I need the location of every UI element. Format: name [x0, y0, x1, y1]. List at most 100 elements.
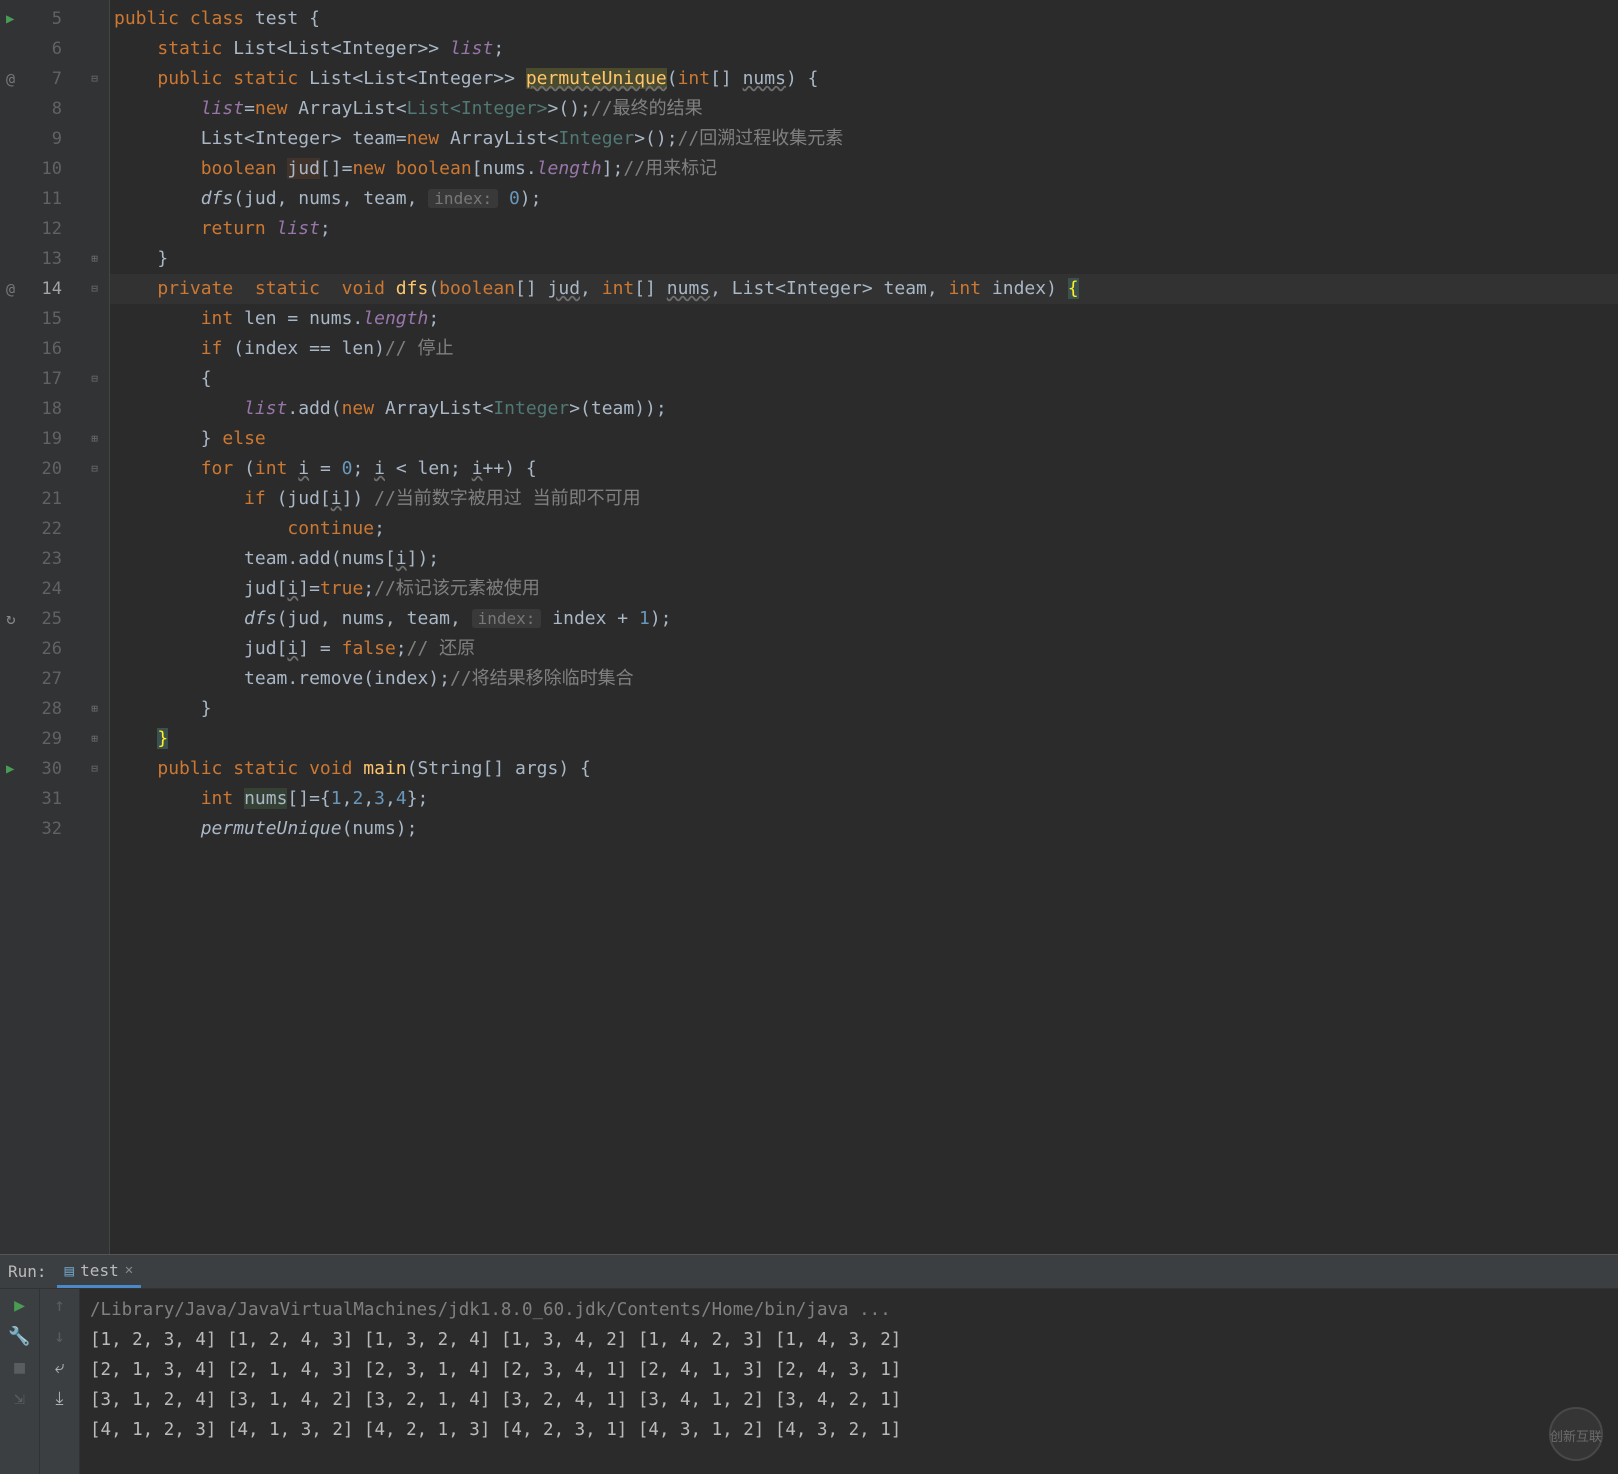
line-number[interactable]: 15	[0, 304, 80, 334]
fold-close-icon[interactable]: ⊞	[91, 724, 98, 754]
code-line[interactable]: boolean jud[]=new boolean[nums.length];/…	[110, 154, 1618, 184]
code-line[interactable]: private static void dfs(boolean[] jud, i…	[110, 274, 1618, 304]
line-number[interactable]: 32	[0, 814, 80, 844]
token: []=	[320, 158, 353, 179]
code-line[interactable]: continue;	[110, 514, 1618, 544]
code-line[interactable]: jud[i]=true;//标记该元素被使用	[110, 574, 1618, 604]
fold-gutter-cell	[80, 664, 109, 694]
token: true	[320, 578, 363, 599]
token: private	[157, 278, 255, 299]
line-number[interactable]: 18	[0, 394, 80, 424]
line-number[interactable]: 31	[0, 784, 80, 814]
fold-gutter-cell	[80, 34, 109, 64]
line-number[interactable]: ▶5	[0, 4, 80, 34]
line-number[interactable]: 20	[0, 454, 80, 484]
line-number[interactable]: 24	[0, 574, 80, 604]
code-line[interactable]: for (int i = 0; i < len; i++) {	[110, 454, 1618, 484]
token: dfs	[244, 608, 277, 629]
token: []={	[287, 788, 330, 809]
rerun-icon[interactable]: ▶	[14, 1295, 25, 1316]
fold-open-icon[interactable]: ⊟	[91, 364, 98, 394]
override-gutter-icon[interactable]: @	[6, 64, 15, 94]
line-number[interactable]: 16	[0, 334, 80, 364]
line-number[interactable]: 13	[0, 244, 80, 274]
token: }	[201, 428, 223, 449]
line-number[interactable]: @14	[0, 274, 80, 304]
line-number[interactable]: ▶30	[0, 754, 80, 784]
code-line[interactable]: static List<List<Integer>> list;	[110, 34, 1618, 64]
stop-icon[interactable]: ■	[14, 1357, 25, 1378]
code-line[interactable]: if (jud[i]) //当前数字被用过 当前即不可用	[110, 484, 1618, 514]
run-tab[interactable]: ▤ test ✕	[57, 1255, 142, 1288]
code-line[interactable]: {	[110, 364, 1618, 394]
close-icon[interactable]: ✕	[125, 1262, 133, 1278]
console-output[interactable]: /Library/Java/JavaVirtualMachines/jdk1.8…	[80, 1289, 1618, 1474]
token: void	[309, 758, 363, 779]
code-line[interactable]: permuteUnique(nums);	[110, 814, 1618, 844]
code-line[interactable]: jud[i] = false;// 还原	[110, 634, 1618, 664]
line-number[interactable]: @7	[0, 64, 80, 94]
code-line[interactable]: }	[110, 694, 1618, 724]
line-number[interactable]: 6	[0, 34, 80, 64]
fold-close-icon[interactable]: ⊞	[91, 424, 98, 454]
line-number[interactable]: 21	[0, 484, 80, 514]
soft-wrap-icon[interactable]: ⤶	[54, 1357, 64, 1378]
line-number[interactable]: 26	[0, 634, 80, 664]
scroll-to-end-icon[interactable]: ⤓	[56, 1388, 64, 1409]
fold-open-icon[interactable]: ⊟	[91, 454, 98, 484]
line-number[interactable]: 10	[0, 154, 80, 184]
code-line[interactable]: dfs(jud, nums, team, index: 0);	[110, 184, 1618, 214]
fold-close-icon[interactable]: ⊞	[91, 694, 98, 724]
down-icon[interactable]: ↓	[54, 1326, 65, 1347]
line-number[interactable]: 29	[0, 724, 80, 754]
fold-close-icon[interactable]: ⊞	[91, 244, 98, 274]
run-panel: Run: ▤ test ✕ ▶ 🔧 ■ ⇲ ↑ ↓ ⤶ ⤓ /Library/J…	[0, 1254, 1618, 1474]
code-line[interactable]: }	[110, 724, 1618, 754]
wrench-icon[interactable]: 🔧	[8, 1326, 30, 1347]
code-line[interactable]: int nums[]={1,2,3,4};	[110, 784, 1618, 814]
line-number[interactable]: 27	[0, 664, 80, 694]
line-number[interactable]: 28	[0, 694, 80, 724]
code-area[interactable]: public class test { static List<List<Int…	[110, 0, 1618, 1254]
line-number[interactable]: 8	[0, 94, 80, 124]
code-line[interactable]: List<Integer> team=new ArrayList<Integer…	[110, 124, 1618, 154]
token: {	[309, 8, 320, 29]
fold-open-icon[interactable]: ⊟	[91, 274, 98, 304]
console-line: [4, 1, 2, 3] [4, 1, 3, 2] [4, 2, 1, 3] […	[90, 1415, 1608, 1445]
code-line[interactable]: list.add(new ArrayList<Integer>(team));	[110, 394, 1618, 424]
code-line[interactable]: public class test {	[110, 4, 1618, 34]
fold-open-icon[interactable]: ⊟	[91, 754, 98, 784]
code-line[interactable]: return list;	[110, 214, 1618, 244]
line-number[interactable]: 17	[0, 364, 80, 394]
token: //用来标记	[623, 158, 717, 179]
line-number[interactable]: 23	[0, 544, 80, 574]
code-line[interactable]: list=new ArrayList<List<Integer>>();//最终…	[110, 94, 1618, 124]
code-line[interactable]: team.add(nums[i]);	[110, 544, 1618, 574]
fold-open-icon[interactable]: ⊟	[91, 64, 98, 94]
line-number[interactable]: 22	[0, 514, 80, 544]
token: []	[515, 278, 548, 299]
code-line[interactable]: team.remove(index);//将结果移除临时集合	[110, 664, 1618, 694]
code-line[interactable]: } else	[110, 424, 1618, 454]
line-number[interactable]: 19	[0, 424, 80, 454]
recursive-call-icon[interactable]: ↻	[6, 604, 16, 634]
line-number[interactable]: 9	[0, 124, 80, 154]
editor-area: ▶56@78910111213@1415161718192021222324↻2…	[0, 0, 1618, 1254]
run-gutter-icon[interactable]: ▶	[6, 754, 14, 784]
token: ];	[602, 158, 624, 179]
code-line[interactable]: public static List<List<Integer>> permut…	[110, 64, 1618, 94]
layout-icon[interactable]: ⇲	[14, 1388, 25, 1409]
token: (	[428, 278, 439, 299]
run-gutter-icon[interactable]: ▶	[6, 4, 14, 34]
code-line[interactable]: if (index == len)// 停止	[110, 334, 1618, 364]
code-line[interactable]: public static void main(String[] args) {	[110, 754, 1618, 784]
line-number[interactable]: 12	[0, 214, 80, 244]
line-number[interactable]: 11	[0, 184, 80, 214]
code-line[interactable]: int len = nums.length;	[110, 304, 1618, 334]
line-number[interactable]: ↻25	[0, 604, 80, 634]
code-line[interactable]: dfs(jud, nums, team, index: index + 1);	[110, 604, 1618, 634]
code-line[interactable]: }	[110, 244, 1618, 274]
up-icon[interactable]: ↑	[54, 1295, 65, 1316]
token: ;	[363, 578, 374, 599]
override-gutter-icon[interactable]: @	[6, 274, 15, 304]
